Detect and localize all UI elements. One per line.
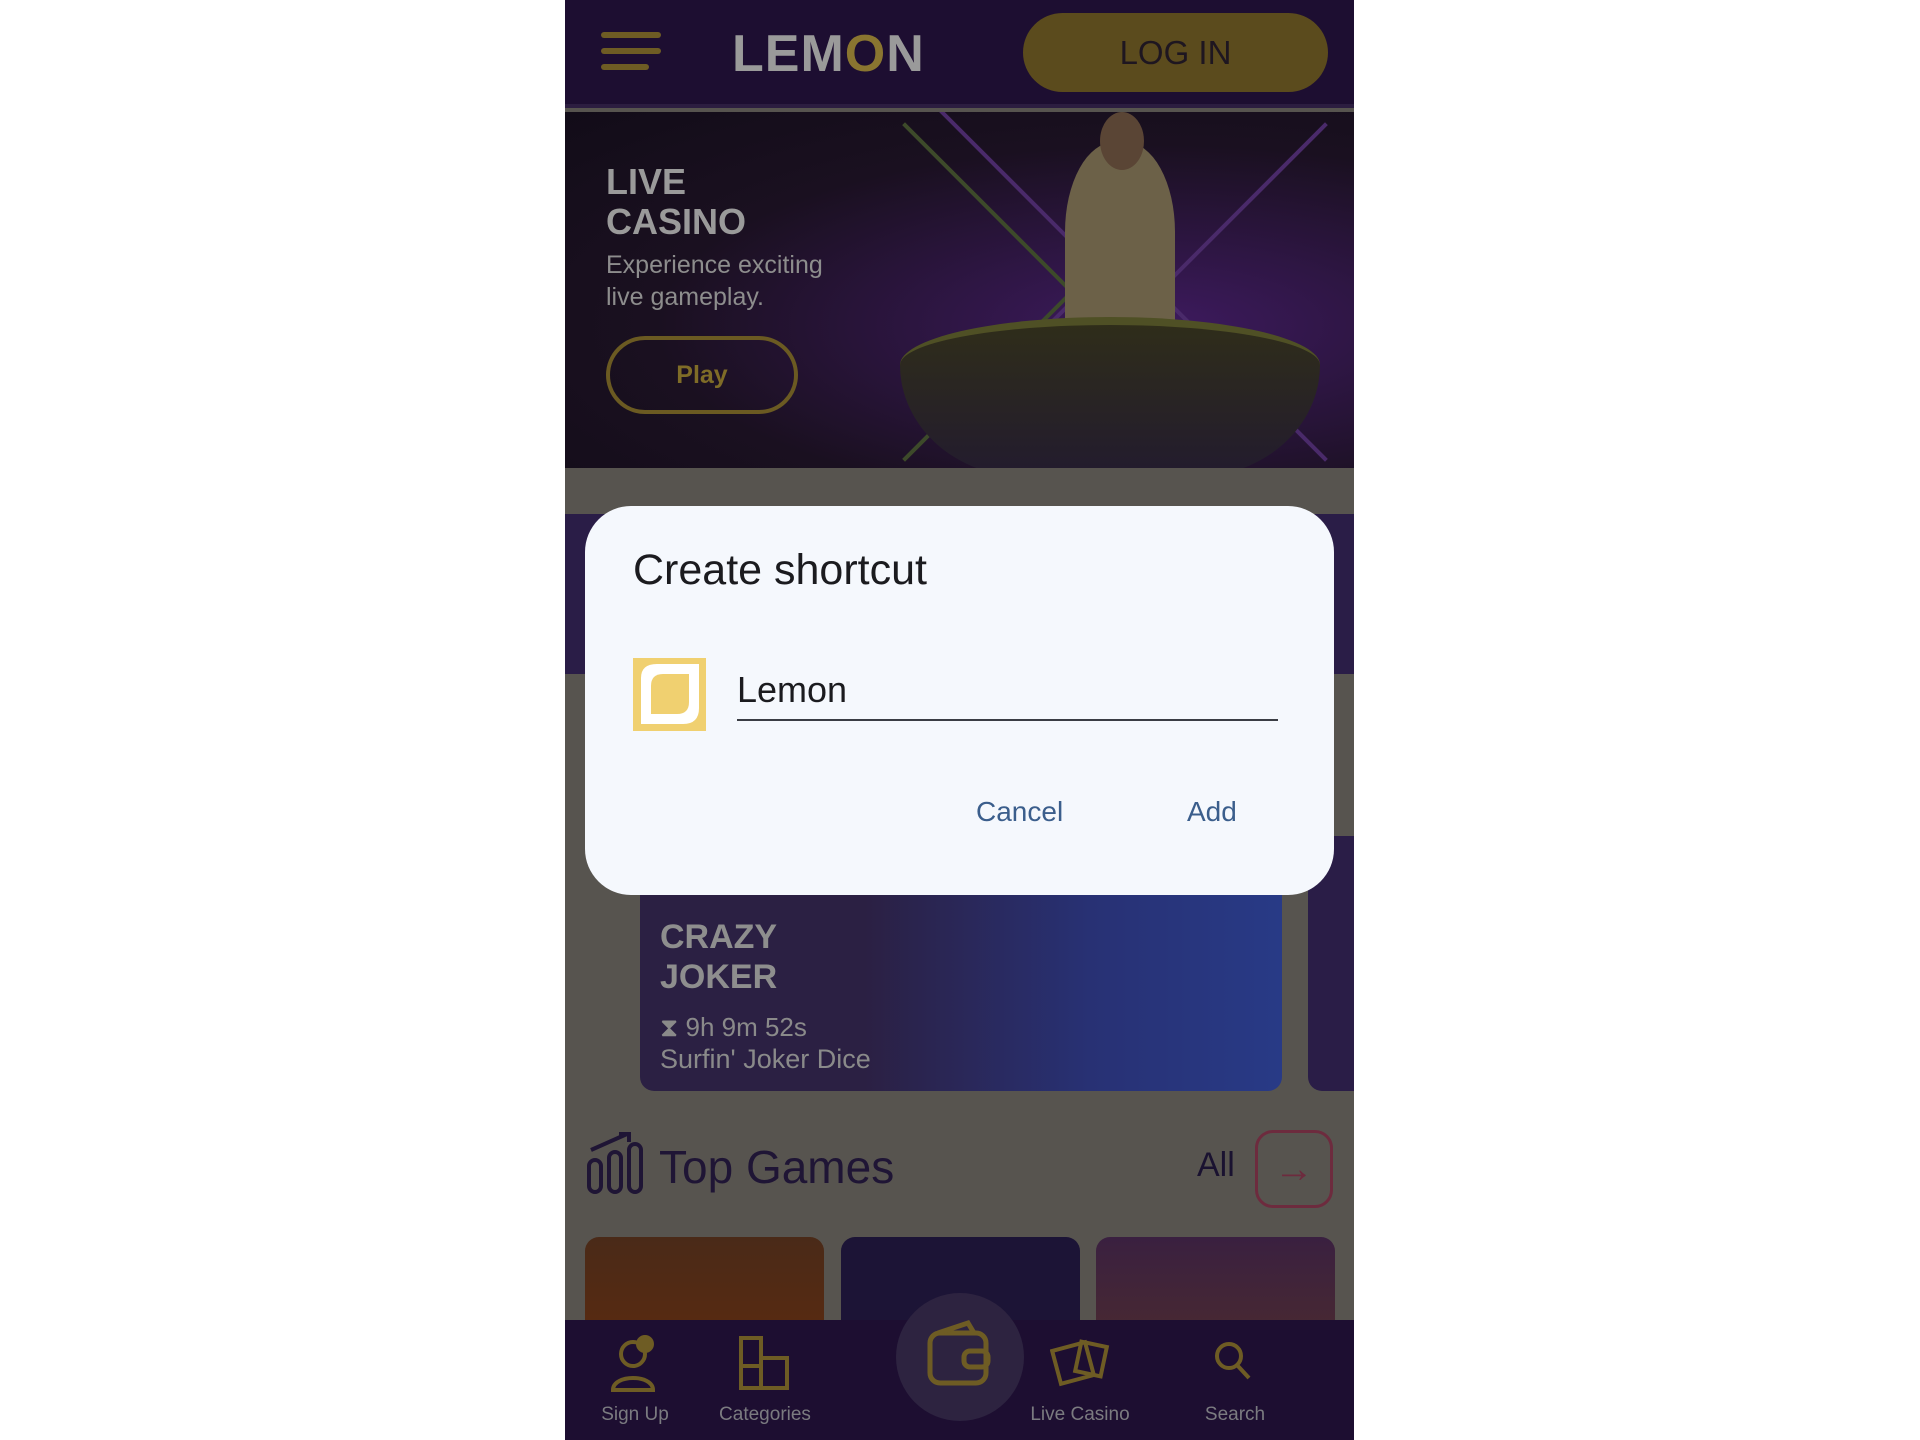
banner-title: LIVE CASINO: [606, 161, 747, 242]
play-button[interactable]: Play: [606, 336, 798, 414]
trending-icon: [587, 1132, 643, 1194]
tournament-title: CRAZY JOKER: [660, 918, 778, 996]
search-icon: [1215, 1342, 1251, 1380]
hourglass-icon: ⧗: [660, 1012, 686, 1042]
nav-search[interactable]: Search: [1165, 1320, 1305, 1440]
see-all-link[interactable]: All: [1197, 1146, 1235, 1185]
cancel-button[interactable]: Cancel: [976, 796, 1063, 828]
menu-icon[interactable]: [601, 32, 661, 72]
login-button[interactable]: LOG IN: [1023, 13, 1328, 92]
arrow-right-icon[interactable]: →: [1255, 1130, 1333, 1208]
wallet-button[interactable]: [896, 1293, 1024, 1421]
banner-subtitle: Experience exciting live gameplay.: [606, 251, 823, 311]
live-casino-banner[interactable]: LIVE CASINO Experience exciting live game…: [565, 112, 1354, 468]
user-icon: [610, 1335, 656, 1392]
tournament-game: Surfin' Joker Dice: [660, 1044, 871, 1074]
nav-live-casino[interactable]: Live Casino: [1010, 1320, 1150, 1440]
tournament-card[interactable]: CRAZY JOKER ⧗ 9h 9m 52s Surfin' Joker Dic…: [640, 895, 1282, 1091]
wallet-icon: [927, 1319, 991, 1386]
dialog-title: Create shortcut: [633, 546, 927, 594]
nav-sign-up[interactable]: Sign Up: [565, 1320, 705, 1440]
create-shortcut-dialog: Create shortcut Cancel Add: [585, 506, 1334, 895]
tournament-timer: ⧗ 9h 9m 52s: [660, 1012, 807, 1042]
add-button[interactable]: Add: [1187, 796, 1237, 828]
dice-icon: [1050, 1339, 1110, 1387]
lemon-app-icon: [633, 658, 706, 731]
top-games-header: Top Games All →: [587, 1130, 1333, 1208]
nav-label: Categories: [719, 1404, 811, 1425]
section-title: Top Games: [659, 1141, 895, 1193]
nav-label: Sign Up: [601, 1404, 669, 1425]
dealer-head: [1100, 112, 1144, 170]
nav-label: Live Casino: [1030, 1404, 1130, 1425]
grid-icon: [739, 1336, 789, 1390]
dealer-image: [1065, 142, 1175, 342]
casino-table-image: [900, 317, 1320, 468]
nav-categories[interactable]: Categories: [695, 1320, 835, 1440]
shortcut-name-input[interactable]: [737, 661, 1278, 721]
header: LEMON LOG IN: [565, 0, 1354, 108]
nav-label: Search: [1204, 1404, 1266, 1425]
logo[interactable]: LEMON: [732, 24, 925, 84]
